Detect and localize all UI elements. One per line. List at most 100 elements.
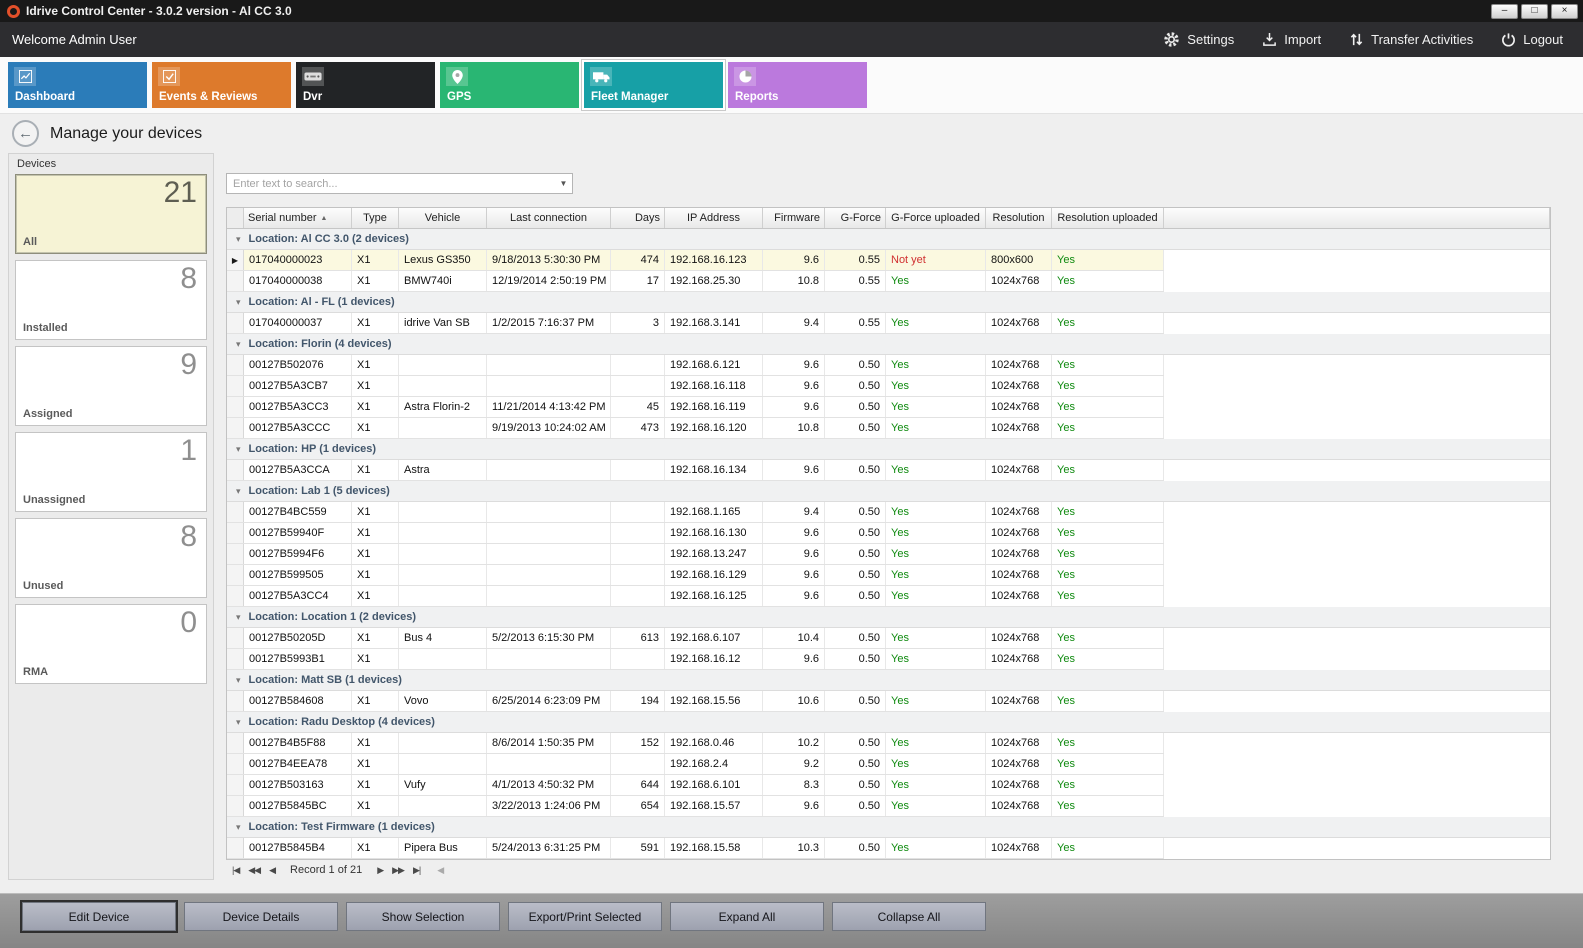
prev-page-button[interactable]: ◀◀ [248, 865, 260, 876]
group-row[interactable]: ▾Location: Radu Desktop (4 devices) [227, 712, 1550, 733]
tab-dashboard[interactable]: Dashboard [8, 62, 147, 108]
column-header-g-force[interactable]: G-Force [825, 208, 886, 228]
minimize-button[interactable]: – [1491, 4, 1518, 19]
device-row[interactable]: 00127B59940FX1192.168.16.1309.60.50Yes10… [227, 523, 1550, 544]
combo-dropdown-icon[interactable]: ▼ [555, 179, 572, 188]
collapse-all-button[interactable]: Collapse All [832, 902, 986, 931]
column-header-type[interactable]: Type [352, 208, 399, 228]
group-row[interactable]: ▾Location: Al CC 3.0 (2 devices) [227, 229, 1550, 250]
device-row[interactable]: 00127B5A3CC3X1Astra Florin-211/21/2014 4… [227, 397, 1550, 418]
device-row[interactable]: 00127B5A3CC4X1192.168.16.1259.60.50Yes10… [227, 586, 1550, 607]
group-collapse-icon[interactable]: ▾ [236, 717, 241, 728]
cell-serial: 00127B5993B1 [244, 649, 352, 669]
group-row[interactable]: ▾Location: HP (1 devices) [227, 439, 1550, 460]
tab-gps[interactable]: GPS [440, 62, 579, 108]
device-row[interactable]: 00127B4B5F88X18/6/2014 1:50:35 PM152192.… [227, 733, 1550, 754]
group-collapse-icon[interactable]: ▾ [236, 612, 241, 623]
group-collapse-icon[interactable]: ▾ [236, 822, 241, 833]
column-header-g-force-uploaded[interactable]: G-Force uploaded [886, 208, 986, 228]
cell-resu: Yes [1052, 691, 1164, 711]
column-header-vehicle[interactable]: Vehicle [399, 208, 487, 228]
cell-serial: 00127B5845B4 [244, 838, 352, 858]
group-row[interactable]: ▾Location: Test Firmware (1 devices) [227, 817, 1550, 838]
device-row[interactable]: 00127B503163X1Vufy4/1/2013 4:50:32 PM644… [227, 775, 1550, 796]
device-filter-rma[interactable]: 0RMA [15, 604, 207, 684]
device-filter-unassigned[interactable]: 1Unassigned [15, 432, 207, 512]
logout-button[interactable]: Logout [1501, 32, 1563, 47]
device-row[interactable]: 00127B5845BCX13/22/2013 1:24:06 PM654192… [227, 796, 1550, 817]
cell-gf: 0.55 [825, 250, 886, 270]
device-filter-installed[interactable]: 8Installed [15, 260, 207, 340]
cell-gfu: Not yet [886, 250, 986, 270]
group-row[interactable]: ▾Location: Florin (4 devices) [227, 334, 1550, 355]
transfer-activities-button[interactable]: Transfer Activities [1349, 32, 1473, 47]
group-row[interactable]: ▾Location: Lab 1 (5 devices) [227, 481, 1550, 502]
next-page-button[interactable]: ▶▶ [392, 865, 404, 876]
device-row[interactable]: 00127B5993B1X1192.168.16.129.60.50Yes102… [227, 649, 1550, 670]
next-record-button[interactable]: ▶ [377, 865, 383, 876]
column-header-resolution[interactable]: Resolution [986, 208, 1052, 228]
checklist-icon [158, 67, 180, 86]
maximize-button[interactable]: □ [1521, 4, 1548, 19]
first-record-button[interactable]: |◀ [232, 865, 239, 876]
search-input[interactable] [227, 178, 555, 190]
device-row[interactable]: 017040000037X1idrive Van SB1/2/2015 7:16… [227, 313, 1550, 334]
group-row[interactable]: ▾Location: Al - FL (1 devices) [227, 292, 1550, 313]
column-header-serial-number[interactable]: Serial number▲ [244, 208, 352, 228]
device-row[interactable]: ▶017040000023X1Lexus GS3509/18/2013 5:30… [227, 250, 1550, 271]
group-collapse-icon[interactable]: ▾ [236, 297, 241, 308]
column-header-firmware[interactable]: Firmware [763, 208, 825, 228]
import-button[interactable]: Import [1262, 32, 1321, 47]
cell-vehicle [399, 586, 487, 606]
device-row[interactable]: 00127B502076X1192.168.6.1219.60.50Yes102… [227, 355, 1550, 376]
group-collapse-icon[interactable]: ▾ [236, 486, 241, 497]
device-row[interactable]: 017040000038X1BMW740i12/19/2014 2:50:19 … [227, 271, 1550, 292]
device-filter-assigned[interactable]: 9Assigned [15, 346, 207, 426]
column-header-resolution-uploaded[interactable]: Resolution uploaded [1052, 208, 1164, 228]
export-print-selected-button[interactable]: Export/Print Selected [508, 902, 662, 931]
column-header-days[interactable]: Days [611, 208, 665, 228]
show-selection-button[interactable]: Show Selection [346, 902, 500, 931]
device-row[interactable]: 00127B584608X1Vovo6/25/2014 6:23:09 PM19… [227, 691, 1550, 712]
settings-button[interactable]: Settings [1163, 31, 1234, 48]
cell-last: 6/25/2014 6:23:09 PM [487, 691, 611, 711]
back-button[interactable]: ← [12, 120, 39, 147]
tab-reports[interactable]: Reports [728, 62, 867, 108]
device-filter-unused[interactable]: 8Unused [15, 518, 207, 598]
pager-scroll-left-button[interactable]: ◀ [437, 865, 443, 876]
group-collapse-icon[interactable]: ▾ [236, 444, 241, 455]
row-filler [1164, 733, 1550, 754]
device-row[interactable]: 00127B4BC559X1192.168.1.1659.40.50Yes102… [227, 502, 1550, 523]
cell-res: 1024x768 [986, 691, 1052, 711]
device-filter-all[interactable]: 21All [15, 174, 207, 254]
column-header-ip-address[interactable]: IP Address [665, 208, 763, 228]
device-details-button[interactable]: Device Details [184, 902, 338, 931]
group-row[interactable]: ▾Location: Location 1 (2 devices) [227, 607, 1550, 628]
device-row[interactable]: 00127B4EEA78X1192.168.2.49.20.50Yes1024x… [227, 754, 1550, 775]
device-row[interactable]: 00127B50205DX1Bus 45/2/2013 6:15:30 PM61… [227, 628, 1550, 649]
close-button[interactable]: × [1551, 4, 1578, 19]
device-row[interactable]: 00127B5845B4X1Pipera Bus5/24/2013 6:31:2… [227, 838, 1550, 859]
tab-fleet-manager[interactable]: Fleet Manager [584, 62, 723, 108]
cell-gfu: Yes [886, 376, 986, 396]
card-count: 21 [164, 176, 197, 210]
group-collapse-icon[interactable]: ▾ [236, 234, 241, 245]
cell-gf: 0.50 [825, 544, 886, 564]
device-row[interactable]: 00127B5A3CCAX1Astra192.168.16.1349.60.50… [227, 460, 1550, 481]
device-row[interactable]: 00127B5A3CCCX19/19/2013 10:24:02 AM47319… [227, 418, 1550, 439]
edit-device-button[interactable]: Edit Device [22, 902, 176, 931]
group-collapse-icon[interactable]: ▾ [236, 675, 241, 686]
expand-all-button[interactable]: Expand All [670, 902, 824, 931]
column-header-last-connection[interactable]: Last connection [487, 208, 611, 228]
device-row[interactable]: 00127B599505X1192.168.16.1299.60.50Yes10… [227, 565, 1550, 586]
group-collapse-icon[interactable]: ▾ [236, 339, 241, 350]
cell-vehicle: Bus 4 [399, 628, 487, 648]
device-row[interactable]: 00127B5994F6X1192.168.13.2479.60.50Yes10… [227, 544, 1550, 565]
tab-dvr[interactable]: Dvr [296, 62, 435, 108]
prev-record-button[interactable]: ◀ [269, 865, 275, 876]
device-row[interactable]: 00127B5A3CB7X1192.168.16.1189.60.50Yes10… [227, 376, 1550, 397]
tab-events-reviews[interactable]: Events & Reviews [152, 62, 291, 108]
cell-res: 1024x768 [986, 838, 1052, 858]
last-record-button[interactable]: ▶| [413, 865, 420, 876]
group-row[interactable]: ▾Location: Matt SB (1 devices) [227, 670, 1550, 691]
